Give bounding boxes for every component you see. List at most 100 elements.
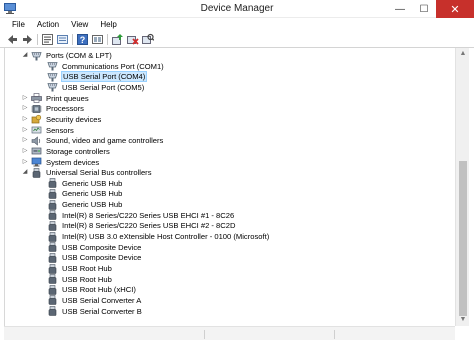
expand-arrow-icon[interactable]: ▷ xyxy=(21,147,29,155)
tree-row[interactable]: USB Serial Port (COM4) xyxy=(37,71,148,83)
toolbar-separator xyxy=(107,34,108,45)
tree-row[interactable]: USB Root Hub xyxy=(37,274,113,285)
window-controls: — ☐ ✕ xyxy=(388,0,474,18)
processor-icon xyxy=(31,104,42,114)
window-bottom-border xyxy=(0,340,474,345)
tree-row[interactable]: ▷ Security devices xyxy=(21,114,102,125)
tree-row[interactable]: Generic USB Hub xyxy=(37,199,123,210)
tree-row-label: USB Root Hub (xHCI) xyxy=(62,285,136,295)
usb-icon xyxy=(47,263,58,274)
device-tree[interactable]: ◢ Ports (COM & LPT) Communications Port (C… xyxy=(4,48,455,326)
toolbar: ? xyxy=(0,31,474,48)
tree-row[interactable]: USB Root Hub xyxy=(37,263,113,274)
scroll-down-arrow-icon[interactable]: ▼ xyxy=(459,316,467,324)
expand-arrow-icon[interactable]: ▷ xyxy=(21,94,29,102)
tree-row-label: Processors xyxy=(46,104,84,114)
tree-row[interactable]: Intel(R) 8 Series/C220 Series USB EHCI #… xyxy=(37,210,235,221)
tree-row[interactable]: ◢ Universal Serial Bus controllers xyxy=(21,167,153,178)
tree-row-label: Universal Serial Bus controllers xyxy=(46,168,152,178)
usb-icon xyxy=(47,242,58,252)
back-icon[interactable] xyxy=(6,33,19,46)
tree-row[interactable]: USB Serial Converter A xyxy=(37,295,142,306)
menu-view[interactable]: View xyxy=(65,18,94,31)
close-button[interactable]: ✕ xyxy=(436,0,474,18)
storage-icon xyxy=(31,146,42,156)
expand-arrow-icon[interactable]: ▷ xyxy=(21,126,29,134)
usb-icon xyxy=(47,178,58,189)
device-list-icon[interactable] xyxy=(56,33,69,46)
expand-arrow-icon[interactable]: ▷ xyxy=(21,137,29,145)
tree-row[interactable]: ◢ Ports (COM & LPT) xyxy=(21,50,113,61)
tree-row-label: Communications Port (COM1) xyxy=(62,61,164,71)
scroll-up-arrow-icon[interactable]: ▲ xyxy=(459,50,467,58)
help-icon[interactable]: ? xyxy=(76,33,89,46)
usb-icon xyxy=(47,199,58,210)
tree-row-label: Storage controllers xyxy=(46,146,110,156)
system-icon xyxy=(31,157,42,167)
collapse-arrow-icon[interactable]: ◢ xyxy=(21,52,29,60)
tree-row[interactable]: Communications Port (COM1) xyxy=(37,61,165,72)
speaker-icon xyxy=(31,136,42,146)
expand-arrow-icon[interactable]: ▷ xyxy=(21,115,29,123)
usb-icon xyxy=(47,274,58,284)
minimize-button[interactable]: — xyxy=(388,0,412,18)
tree-row[interactable]: Intel(R) 8 Series/C220 Series USB EHCI #… xyxy=(37,220,236,231)
tree-row-label: USB Composite Device xyxy=(62,253,142,263)
expand-arrow-icon[interactable]: ▷ xyxy=(21,105,29,113)
tree-row-label: Ports (COM & LPT) xyxy=(46,51,112,60)
disable-device-icon[interactable] xyxy=(126,33,139,46)
menu-action[interactable]: Action xyxy=(31,18,65,31)
usb-icon xyxy=(47,210,58,221)
tree-row[interactable]: Generic USB Hub xyxy=(37,178,123,189)
usb-icon xyxy=(47,253,58,263)
usb-icon xyxy=(47,284,58,295)
maximize-button[interactable]: ☐ xyxy=(412,0,436,18)
tree-row-label: USB Root Hub xyxy=(62,264,112,273)
tree-row[interactable]: USB Composite Device xyxy=(37,252,142,263)
status-bar-divider xyxy=(334,330,335,339)
update-driver-icon[interactable] xyxy=(111,33,124,46)
usb-icon xyxy=(47,189,58,199)
usb-icon xyxy=(31,167,42,178)
tree-row[interactable]: ▷ Sensors xyxy=(21,125,75,136)
tree-row[interactable]: ▷ Sound, video and game controllers xyxy=(21,135,164,146)
scan-hardware-icon[interactable] xyxy=(141,33,154,46)
title-bar: Device Manager — ☐ ✕ xyxy=(0,0,474,18)
expand-arrow-icon[interactable]: ▷ xyxy=(21,158,29,166)
tree-row[interactable]: ▷ Storage controllers xyxy=(21,146,111,157)
tree-row-label: Sensors xyxy=(46,125,74,135)
tree-row[interactable]: USB Composite Device xyxy=(37,242,142,253)
tree-row[interactable]: ▷ Print queues xyxy=(21,93,90,104)
tree-row-label: Generic USB Hub xyxy=(62,189,123,199)
sensor-icon xyxy=(31,125,42,135)
tree-row-label: USB Serial Converter B xyxy=(62,306,142,316)
scrollbar-thumb[interactable] xyxy=(459,161,467,316)
tree-row[interactable]: USB Root Hub (xHCI) xyxy=(37,284,137,295)
tree-row[interactable]: USB Serial Port (COM5) xyxy=(37,82,145,93)
collapse-arrow-icon[interactable]: ◢ xyxy=(21,169,29,177)
tree-row-label: Intel(R) USB 3.0 eXtensible Host Control… xyxy=(62,232,270,242)
menu-file[interactable]: File xyxy=(6,18,31,31)
properties-icon[interactable] xyxy=(41,33,54,46)
tree-row[interactable]: Generic USB Hub xyxy=(37,188,123,199)
show-hidden-icon[interactable] xyxy=(91,33,104,46)
menu-help[interactable]: Help xyxy=(94,18,122,31)
tree-row[interactable]: ▷ Processors xyxy=(21,103,85,114)
toolbar-separator xyxy=(37,34,38,45)
vertical-scrollbar[interactable]: ▲ ▼ xyxy=(455,48,469,326)
tree-row[interactable]: USB Serial Converter B xyxy=(37,306,143,317)
tree-row-label: System devices xyxy=(46,157,100,167)
tree-row[interactable]: Intel(R) USB 3.0 eXtensible Host Control… xyxy=(37,231,270,242)
tree-row[interactable]: ▷ System devices xyxy=(21,157,100,168)
forward-icon[interactable] xyxy=(21,33,34,46)
